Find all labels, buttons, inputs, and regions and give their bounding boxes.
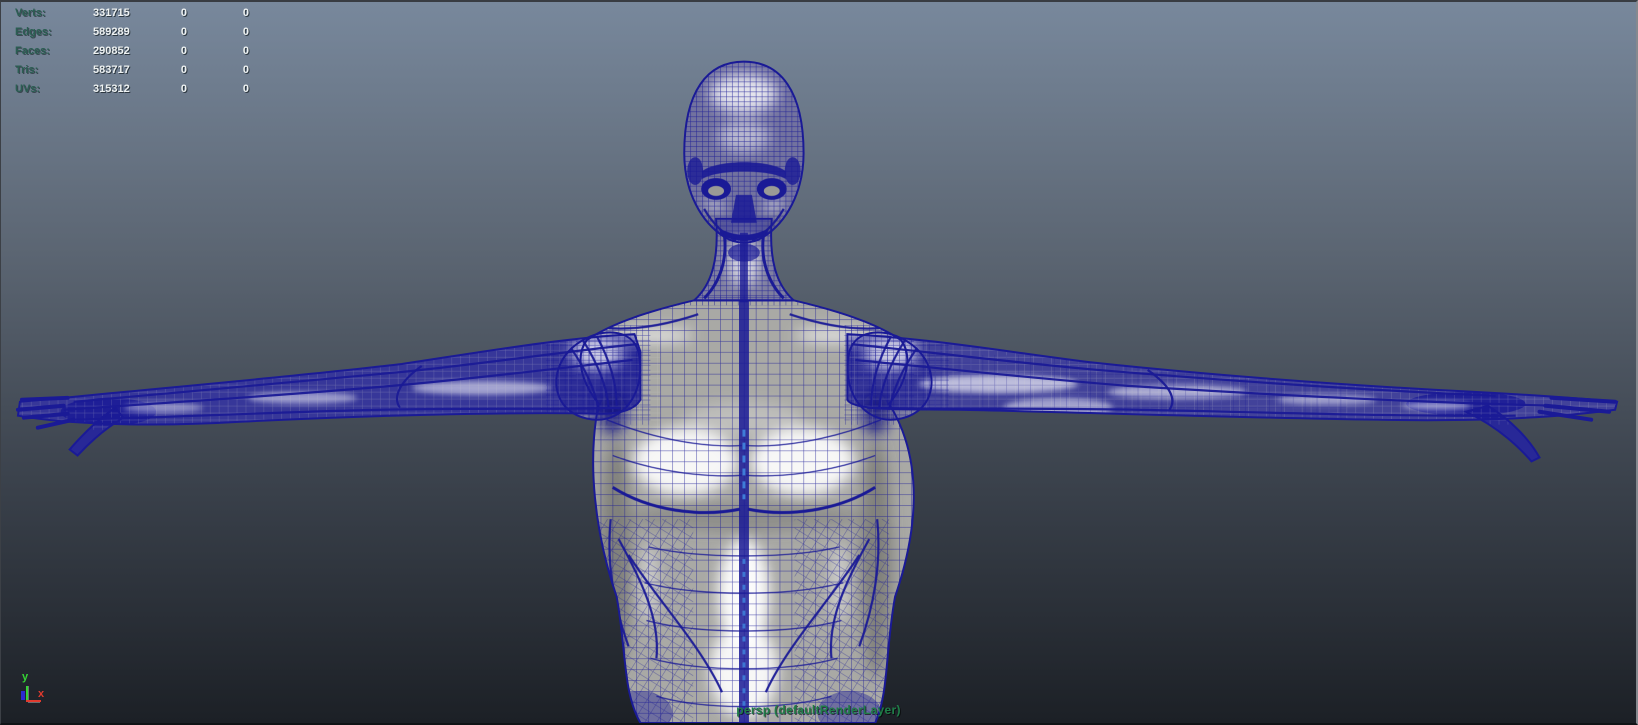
- poly-col2: 0: [180, 26, 187, 38]
- poly-label: Tris:: [15, 64, 39, 76]
- poly-row-uvs: UVs: 315312 0 0: [15, 80, 249, 99]
- axis-x-label: x: [38, 688, 45, 700]
- poly-col3: 0: [242, 26, 249, 38]
- axis-z-tick: [21, 691, 25, 700]
- poly-col2: 0: [180, 45, 187, 57]
- poly-col3: 0: [242, 64, 249, 76]
- poly-col3: 0: [242, 7, 249, 19]
- poly-total: 315312: [93, 83, 130, 95]
- poly-col3: 0: [242, 83, 249, 95]
- poly-label: UVs:: [15, 83, 41, 95]
- model-body-surface[interactable]: [4, 2, 1633, 723]
- poly-total: 290852: [93, 45, 130, 57]
- poly-col2: 0: [180, 83, 187, 95]
- poly-col3: 0: [242, 45, 249, 57]
- view-axis-gizmo[interactable]: y x: [21, 671, 57, 708]
- poly-row-faces: Faces: 290852 0 0: [15, 42, 249, 61]
- axis-x-line: [26, 700, 41, 702]
- maya-viewport[interactable]: Verts: 331715 0 0 Edges: 589289 0 0 Face…: [0, 0, 1638, 725]
- poly-row-tris: Tris: 583717 0 0: [15, 61, 249, 80]
- poly-total: 583717: [93, 64, 130, 76]
- poly-row-verts: Verts: 331715 0 0: [15, 4, 249, 23]
- poly-label: Edges:: [15, 26, 52, 38]
- poly-label: Faces:: [15, 45, 50, 57]
- poly-label: Verts:: [15, 7, 46, 19]
- poly-col2: 0: [180, 7, 187, 19]
- axis-y-label: y: [22, 671, 29, 683]
- poly-total: 331715: [93, 7, 130, 19]
- poly-row-edges: Edges: 589289 0 0: [15, 23, 249, 42]
- anatomy-wireframe-model[interactable]: [1, 2, 1636, 723]
- poly-total: 589289: [93, 26, 130, 38]
- poly-count-hud: Verts: 331715 0 0 Edges: 589289 0 0 Face…: [15, 4, 249, 99]
- axis-origin-line-h: [28, 702, 40, 703]
- poly-col2: 0: [180, 64, 187, 76]
